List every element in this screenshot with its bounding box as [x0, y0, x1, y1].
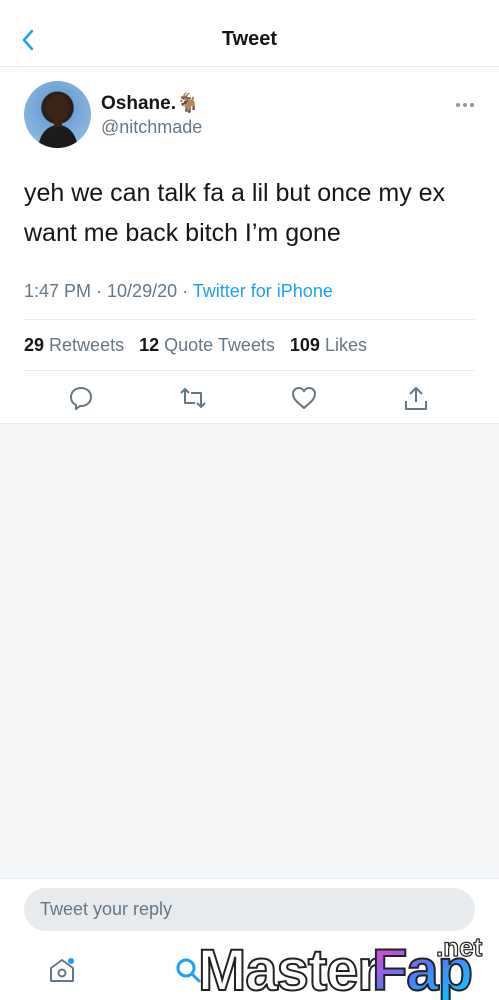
retweet-button[interactable] [178, 384, 208, 414]
tweet-timestamp: 1:47 PM · 10/29/20 · [24, 281, 193, 301]
avatar-portrait [38, 95, 78, 148]
reply-icon [70, 387, 92, 410]
likes-stat[interactable]: 109 Likes [290, 335, 367, 356]
author-handle[interactable]: @nitchmade [101, 117, 202, 138]
quotes-count: 12 [139, 335, 160, 355]
share-button[interactable] [402, 384, 432, 414]
like-icon [292, 387, 316, 409]
replies-area [0, 423, 499, 879]
top-bar: Tweet [0, 0, 499, 67]
quote-tweets-stat[interactable]: 12 Quote Tweets [139, 335, 275, 356]
retweets-count: 29 [24, 335, 45, 355]
likes-label: Likes [324, 335, 367, 355]
page-title: Tweet [221, 28, 278, 50]
likes-count: 109 [289, 335, 320, 355]
svg-text:.net: .net [436, 932, 483, 962]
watermark-logo: Master Fap .net [197, 931, 483, 1000]
home-icon [50, 958, 74, 982]
quotes-label: Quote Tweets [164, 335, 275, 355]
tweet-actions [0, 371, 499, 427]
share-icon [405, 387, 427, 410]
tweet-stats: 29 Retweets 12 Quote Tweets 109 Likes [24, 335, 377, 356]
reply-button[interactable] [67, 384, 97, 414]
avatar[interactable] [24, 81, 91, 148]
like-button[interactable] [290, 384, 320, 414]
tweet-meta: 1:47 PM · 10/29/20 · Twitter for iPhone [24, 281, 333, 302]
retweets-label: Retweets [49, 335, 125, 355]
retweet-icon [180, 387, 206, 409]
divider [24, 319, 475, 320]
author-name[interactable]: Oshane.🐐 [101, 91, 200, 115]
more-options-button[interactable] [455, 95, 475, 109]
tab-home[interactable] [46, 954, 78, 986]
svg-text:Master: Master [198, 938, 379, 1000]
retweets-stat[interactable]: 29 Retweets [24, 335, 124, 356]
tweet-text: yeh we can talk fa a lil but once my ex … [24, 179, 446, 247]
tweet-source-link[interactable]: Twitter for iPhone [193, 281, 333, 301]
reply-input[interactable] [24, 888, 475, 931]
more-icon [456, 103, 474, 107]
